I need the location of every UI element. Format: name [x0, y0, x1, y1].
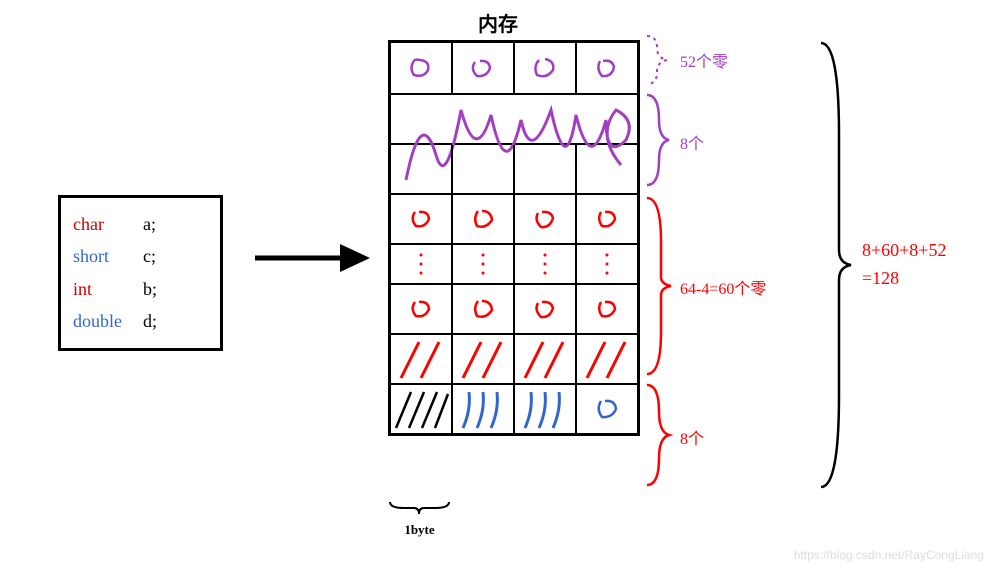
zero-glyph [408, 298, 434, 320]
hatch-blue-icon [515, 386, 575, 432]
hatch-red-icon [453, 336, 513, 382]
memory-grid [388, 40, 640, 436]
zero-glyph [594, 208, 620, 230]
hatch-red-icon [577, 336, 637, 382]
var-b: b; [143, 273, 157, 305]
vdots-icon [602, 249, 612, 279]
zero-glyph [592, 56, 622, 80]
grid-row-double-2 [391, 143, 637, 193]
hatch-black-icon [391, 386, 451, 432]
var-a: a; [143, 208, 156, 240]
hatch-blue-icon [453, 386, 513, 432]
grid-row-double-1 [391, 93, 637, 143]
grid-row-zeros-top [391, 43, 637, 93]
var-c: c; [143, 240, 156, 272]
struct-row-char: char a; [73, 208, 208, 240]
var-d: d; [143, 305, 157, 337]
struct-row-double: double d; [73, 305, 208, 337]
memory-title: 内存 [478, 8, 518, 37]
brace-icon [643, 192, 675, 380]
zero-glyph [408, 208, 434, 230]
zero-glyph [406, 56, 436, 80]
vdots-icon [478, 249, 488, 279]
brace-icon [643, 90, 673, 190]
zero-glyph [470, 208, 496, 230]
zero-glyph [593, 397, 621, 421]
brace-dotted-icon [643, 32, 673, 90]
struct-definition-box: char a; short c; int b; double d; [58, 195, 223, 351]
keyword-char: char [73, 208, 143, 240]
grid-row-ellipsis [391, 243, 637, 283]
zero-glyph [594, 298, 620, 320]
grid-row-bottom [391, 383, 637, 433]
grid-row-int [391, 333, 637, 383]
zero-glyph [470, 298, 496, 320]
annot-60zeros: 64-4=60个零 [680, 275, 766, 299]
brace-down-icon [388, 500, 451, 518]
hatch-red-icon [391, 336, 451, 382]
struct-row-int: int b; [73, 273, 208, 305]
vdots-icon [540, 249, 550, 279]
brace-icon [643, 380, 673, 490]
zero-glyph [468, 56, 498, 80]
vdots-icon [416, 249, 426, 279]
brace-large-icon [815, 35, 855, 495]
hatch-red-icon [515, 336, 575, 382]
annot-8bot: 8个 [680, 425, 704, 449]
watermark: https://blog.csdn.net/RayCongLiang [794, 548, 984, 562]
byte-label: 1byte [388, 500, 451, 540]
zero-glyph [532, 208, 558, 230]
keyword-int: int [73, 273, 143, 305]
annot-52zeros: 52个零 [680, 48, 728, 72]
annot-8top: 8个 [680, 130, 704, 154]
arrow-icon [250, 238, 370, 278]
annot-sum2: =128 [862, 268, 899, 289]
struct-row-short: short c; [73, 240, 208, 272]
zero-glyph [532, 298, 558, 320]
grid-row-redzero-1 [391, 193, 637, 243]
grid-row-redzero-2 [391, 283, 637, 333]
annot-sum1: 8+60+8+52 [862, 240, 946, 261]
zero-glyph [530, 56, 560, 80]
keyword-short: short [73, 240, 143, 272]
keyword-double: double [73, 305, 143, 337]
